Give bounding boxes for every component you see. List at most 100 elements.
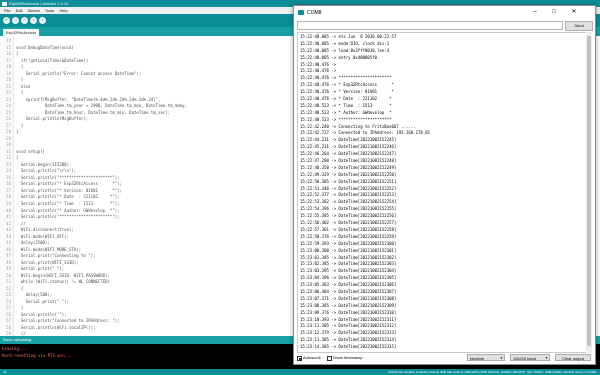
code-line[interactable]: Serial.println("* Esp32RtcAccess *"); (16, 181, 122, 186)
code-line[interactable]: void setup() (16, 149, 45, 154)
serial-line: 15:22:42.727 -> Connected to IPAddress: … (300, 130, 431, 136)
footer-board-info: ESP32 Dev Module, Disabled, Default 4MB … (388, 370, 596, 374)
serial-scrollbar[interactable] (586, 32, 592, 353)
code-line[interactable]: } (16, 123, 23, 128)
code-line[interactable]: { (16, 286, 23, 291)
serial-line: 15:22:40.476 -> (300, 68, 339, 74)
code-line[interactable]: Serial.println("\r\n"); (16, 168, 76, 173)
upload-icon[interactable]: → (12, 17, 19, 24)
serial-scrollbar-thumb[interactable] (587, 36, 591, 346)
code-line[interactable]: Serial.print("."); (16, 299, 69, 304)
minimize-icon[interactable]: – (527, 6, 543, 18)
code-line[interactable]: delay(2500); (16, 240, 50, 245)
serial-line: 15:22:57.361 -> DateTime[20221002152258] (300, 226, 397, 232)
serial-line: 15:22:40.476 -> * Date : 221102 * (300, 96, 392, 102)
code-line[interactable]: while (WiFi.status() != WL_CONNECTED) (16, 279, 110, 284)
menu-sketch[interactable]: Sketch (28, 7, 40, 14)
close-icon[interactable]: ✕ (566, 6, 582, 18)
code-line[interactable]: Serial.print("Connected to IPAddress: ")… (16, 318, 120, 323)
serial-line: 15:22:54.396 -> DateTime[20221002152255] (300, 206, 397, 212)
code-line[interactable]: Serial.print("Connecting to "); (16, 253, 96, 258)
save-sketch-icon[interactable]: ↓ (39, 17, 46, 24)
code-line[interactable]: Serial.begin(115200); (16, 162, 72, 167)
code-line[interactable]: WiFi.begin(WIFI_SSID, WIFI_PASSWORD); (16, 273, 110, 278)
code-line[interactable]: Serial.println("* Time : 1513 *"); (16, 201, 120, 206)
chevron-down-icon: ▼ (545, 356, 548, 360)
code-line[interactable]: Serial.print(WIFI_SSID); (16, 260, 79, 265)
clear-output-button[interactable]: Clear output (555, 354, 591, 361)
code-line[interactable]: else (16, 84, 31, 89)
line-number: 28 (6, 129, 11, 135)
menu-help[interactable]: Help (59, 7, 67, 14)
code-line[interactable]: Serial.println("* Version: 01V01 *"); (16, 188, 122, 193)
code-line[interactable]: void DebugDateTime(void) (16, 45, 74, 50)
code-line[interactable]: DateTime.tm_year + 1900, DateTime.tm_mon… (16, 103, 187, 108)
line-number: 24 (6, 103, 11, 109)
send-button[interactable]: Send (565, 21, 593, 31)
serial-line: 15:22:40.476 -> ********************** (300, 75, 392, 81)
code-line[interactable]: // (16, 221, 26, 226)
serial-line: 15:22:42.240 -> Connecting to FritzBox66… (300, 123, 416, 129)
footer-line-number: 43 (3, 370, 7, 374)
code-line[interactable]: WiFi.disconnect(true); (16, 227, 74, 232)
maximize-icon[interactable]: □ (546, 6, 562, 18)
serial-line: 15:22:50.385 -> DateTime[20221002152251] (300, 178, 397, 184)
code-line[interactable]: Serial.print(" "); (16, 266, 64, 271)
new-sketch-icon[interactable]: ▫ (21, 17, 28, 24)
serial-line: 15:22:51.346 -> DateTime[20221002152252] (300, 185, 397, 191)
line-number: 30 (6, 142, 11, 148)
open-sketch-icon[interactable]: ↑ (30, 17, 37, 24)
serial-line: 15:23:05.383 -> DateTime[20221002152306] (300, 282, 397, 288)
serial-line: 15:23:04.396 -> DateTime[20221002152305] (300, 275, 397, 281)
code-line[interactable]: WiFi.mode(WIFI_MODE_STA); (16, 247, 81, 252)
show-timestamp-checkbox[interactable] (327, 356, 332, 361)
menu-edit[interactable]: Edit (16, 7, 23, 14)
line-number: 25 (6, 109, 11, 115)
code-line[interactable]: Serial.println(""); (16, 312, 67, 317)
verify-icon[interactable]: ✓ (3, 17, 10, 24)
code-line[interactable]: Serial.println(MsgBuffer); (16, 116, 89, 121)
arduino-app-icon (2, 1, 7, 6)
code-line[interactable]: { (16, 155, 18, 160)
line-number: 31 (6, 148, 11, 154)
autoscroll-checkbox[interactable] (297, 356, 302, 361)
serial-input[interactable] (297, 21, 563, 30)
tab-esp32rtcaccess[interactable]: Esp32RtcAccess (3, 29, 39, 36)
code-line[interactable]: Serial.println("**********************")… (16, 175, 120, 180)
code-line[interactable]: if(!getLocalTime(&DateTime)) (16, 58, 88, 63)
code-line[interactable]: DateTime.tm_hour, DateTime.tm_min, DateT… (16, 110, 170, 115)
line-number: 56 (6, 311, 11, 317)
line-number: 48 (6, 259, 11, 265)
line-number: 41 (6, 214, 11, 220)
line-number: 21 (6, 83, 11, 89)
baud-select[interactable]: 115200 baud ▼ (510, 354, 550, 361)
code-line[interactable]: Serial.println("* Date : 221102 *"); (16, 194, 120, 199)
code-line[interactable]: } (16, 77, 23, 82)
line-ending-select[interactable]: Newline ▼ (467, 354, 505, 361)
line-number: 34 (6, 168, 11, 174)
code-line[interactable]: } (16, 305, 23, 310)
line-number: 27 (6, 122, 11, 128)
code-line[interactable]: Serial.println(WiFi.localIP()); (16, 325, 96, 330)
code-line[interactable]: { (16, 64, 23, 69)
line-number: 49 (6, 266, 11, 272)
code-line[interactable]: delay(500); (16, 292, 53, 297)
code-line[interactable]: Serial.println("**********************")… (16, 214, 120, 219)
menu-tools[interactable]: Tools (45, 7, 54, 14)
line-number: 51 (6, 279, 11, 285)
serial-line: 15:22:47.280 -> DateTime[20221002152248] (300, 158, 397, 164)
serial-line: 15:23:10.393 -> DateTime[20221002152311] (300, 316, 397, 322)
code-line[interactable]: } (16, 129, 18, 134)
serial-output[interactable]: 15:22:40.085 -> ets Jun 8 2016 00:22:57 1… (297, 32, 587, 353)
code-line[interactable]: WiFi.mode(WIFI_OFF); (16, 234, 69, 239)
serial-output-lines: 15:22:40.085 -> ets Jun 8 2016 00:22:57 1… (300, 34, 430, 351)
code-line[interactable]: sprintf(MsgBuffer, "DateTime[%.4d%.2d%.2… (16, 97, 161, 102)
menu-file[interactable]: File (4, 7, 10, 14)
code-line[interactable]: Serial.println("Error: Cannot access Dat… (16, 71, 142, 76)
code-line[interactable]: Serial.println("* Author: GWdevelop *"); (16, 208, 120, 213)
line-number: 22 (6, 90, 11, 96)
code-line[interactable]: { (16, 90, 23, 95)
serial-monitor-titlebar: COM8 – □ ✕ (294, 6, 595, 20)
autoscroll-label: Autoscroll (303, 355, 321, 360)
code-line[interactable]: { (16, 51, 18, 56)
